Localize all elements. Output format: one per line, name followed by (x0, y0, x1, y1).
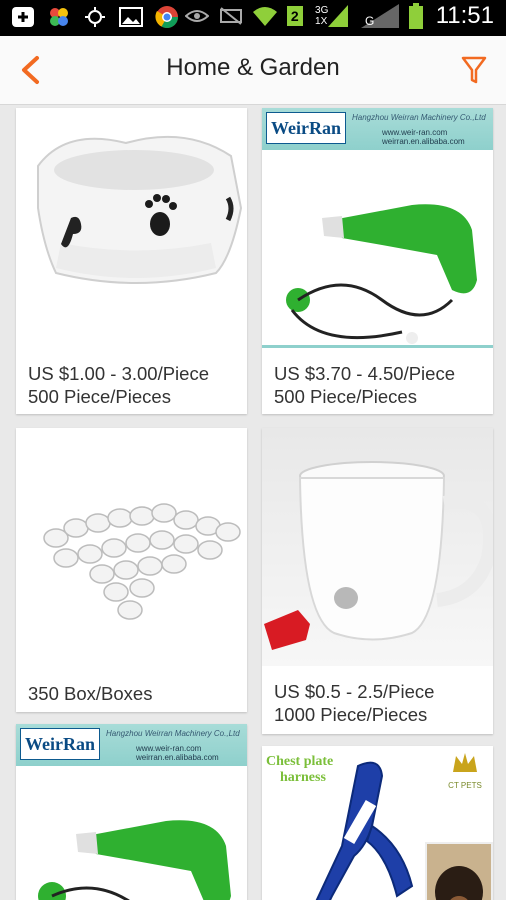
product-image-green-sprayer: WeirRan Hangzhou Weirran Machinery Co.,L… (16, 724, 247, 900)
banner-urls: www.weir-ran.com weirran.en.alibaba.com (136, 744, 219, 762)
gallery-icon (118, 4, 144, 30)
product-card[interactable]: US $1.00 - 3.00/Piece 500 Piece/Pieces (16, 108, 247, 414)
product-card[interactable]: WeirRan Hangzhou Weirran Machinery Co.,L… (262, 108, 493, 414)
signal-3g-icon: 3G 1X (312, 3, 352, 29)
add-notification-icon (10, 4, 36, 30)
banner-underline (262, 345, 493, 348)
app-bar: Home & Garden (0, 36, 506, 105)
supplier-banner: WeirRan Hangzhou Weirran Machinery Co.,L… (16, 724, 247, 766)
product-moq: 350 Box/Boxes (28, 683, 153, 704)
product-info: US $0.5 - 2.5/Piece 1000 Piece/Pieces (274, 680, 485, 726)
weather-icon (82, 4, 108, 30)
weirran-logo: WeirRan (20, 728, 100, 760)
banner-url-2: weirran.en.alibaba.com (136, 753, 219, 762)
product-image-white-tablets (16, 428, 247, 668)
svg-text:G: G (365, 14, 374, 28)
product-moq: 1000 Piece/Pieces (274, 704, 428, 725)
battery-icon (408, 3, 424, 29)
wifi-icon (252, 3, 278, 29)
banner-company: Hangzhou Weirran Machinery Co.,Ltd (106, 729, 240, 738)
clover-app-icon (46, 4, 72, 30)
eye-icon (184, 3, 210, 29)
weirran-logo: WeirRan (266, 112, 346, 144)
signal-g-icon: G (360, 3, 400, 29)
product-card[interactable]: Chest plate harness CT PETS (262, 746, 493, 900)
product-card[interactable]: US $0.5 - 2.5/Piece 1000 Piece/Pieces (262, 428, 493, 734)
product-price: US $3.70 - 4.50/Piece (274, 363, 455, 384)
network-sub-label: 1X (315, 16, 328, 27)
product-price: US $0.5 - 2.5/Piece (274, 681, 435, 702)
product-info: US $1.00 - 3.00/Piece 500 Piece/Pieces (28, 362, 239, 408)
no-sim-icon (218, 3, 244, 29)
chrome-icon (154, 4, 180, 30)
product-image-green-sprayer: WeirRan Hangzhou Weirran Machinery Co.,L… (262, 108, 493, 348)
product-card[interactable]: 350 Box/Boxes (16, 428, 247, 712)
banner-urls: www.weir-ran.com weirran.en.alibaba.com (382, 128, 465, 146)
product-image-dog-bowl (16, 108, 247, 348)
banner-url-2: weirran.en.alibaba.com (382, 137, 465, 146)
filter-button[interactable] (454, 50, 494, 90)
sim-2-icon: 2 (286, 3, 304, 29)
network-type-label: 3G (315, 5, 329, 16)
dog-photo-thumbnail (425, 842, 493, 900)
supplier-banner: WeirRan Hangzhou Weirran Machinery Co.,L… (262, 108, 493, 150)
product-card[interactable]: WeirRan Hangzhou Weirran Machinery Co.,L… (16, 724, 247, 900)
page-title: Home & Garden (166, 54, 340, 81)
product-info: US $3.70 - 4.50/Piece 500 Piece/Pieces (274, 362, 485, 408)
status-bar: 2 3G 1X G 11:51 (0, 0, 506, 36)
clock: 11:51 (435, 2, 494, 29)
product-image-white-mug (262, 428, 493, 666)
product-price: US $1.00 - 3.00/Piece (28, 363, 209, 384)
product-info: 350 Box/Boxes (28, 682, 239, 705)
product-moq: 500 Piece/Pieces (274, 386, 417, 407)
product-grid: US $1.00 - 3.00/Piece 500 Piece/Pieces W… (0, 104, 506, 900)
product-image-dog-harness: Chest plate harness CT PETS (262, 746, 493, 900)
filter-funnel-icon (461, 56, 487, 84)
banner-url-1: www.weir-ran.com (382, 128, 448, 137)
banner-company: Hangzhou Weirran Machinery Co.,Ltd (352, 113, 486, 122)
product-moq: 500 Piece/Pieces (28, 386, 171, 407)
banner-url-1: www.weir-ran.com (136, 744, 202, 753)
